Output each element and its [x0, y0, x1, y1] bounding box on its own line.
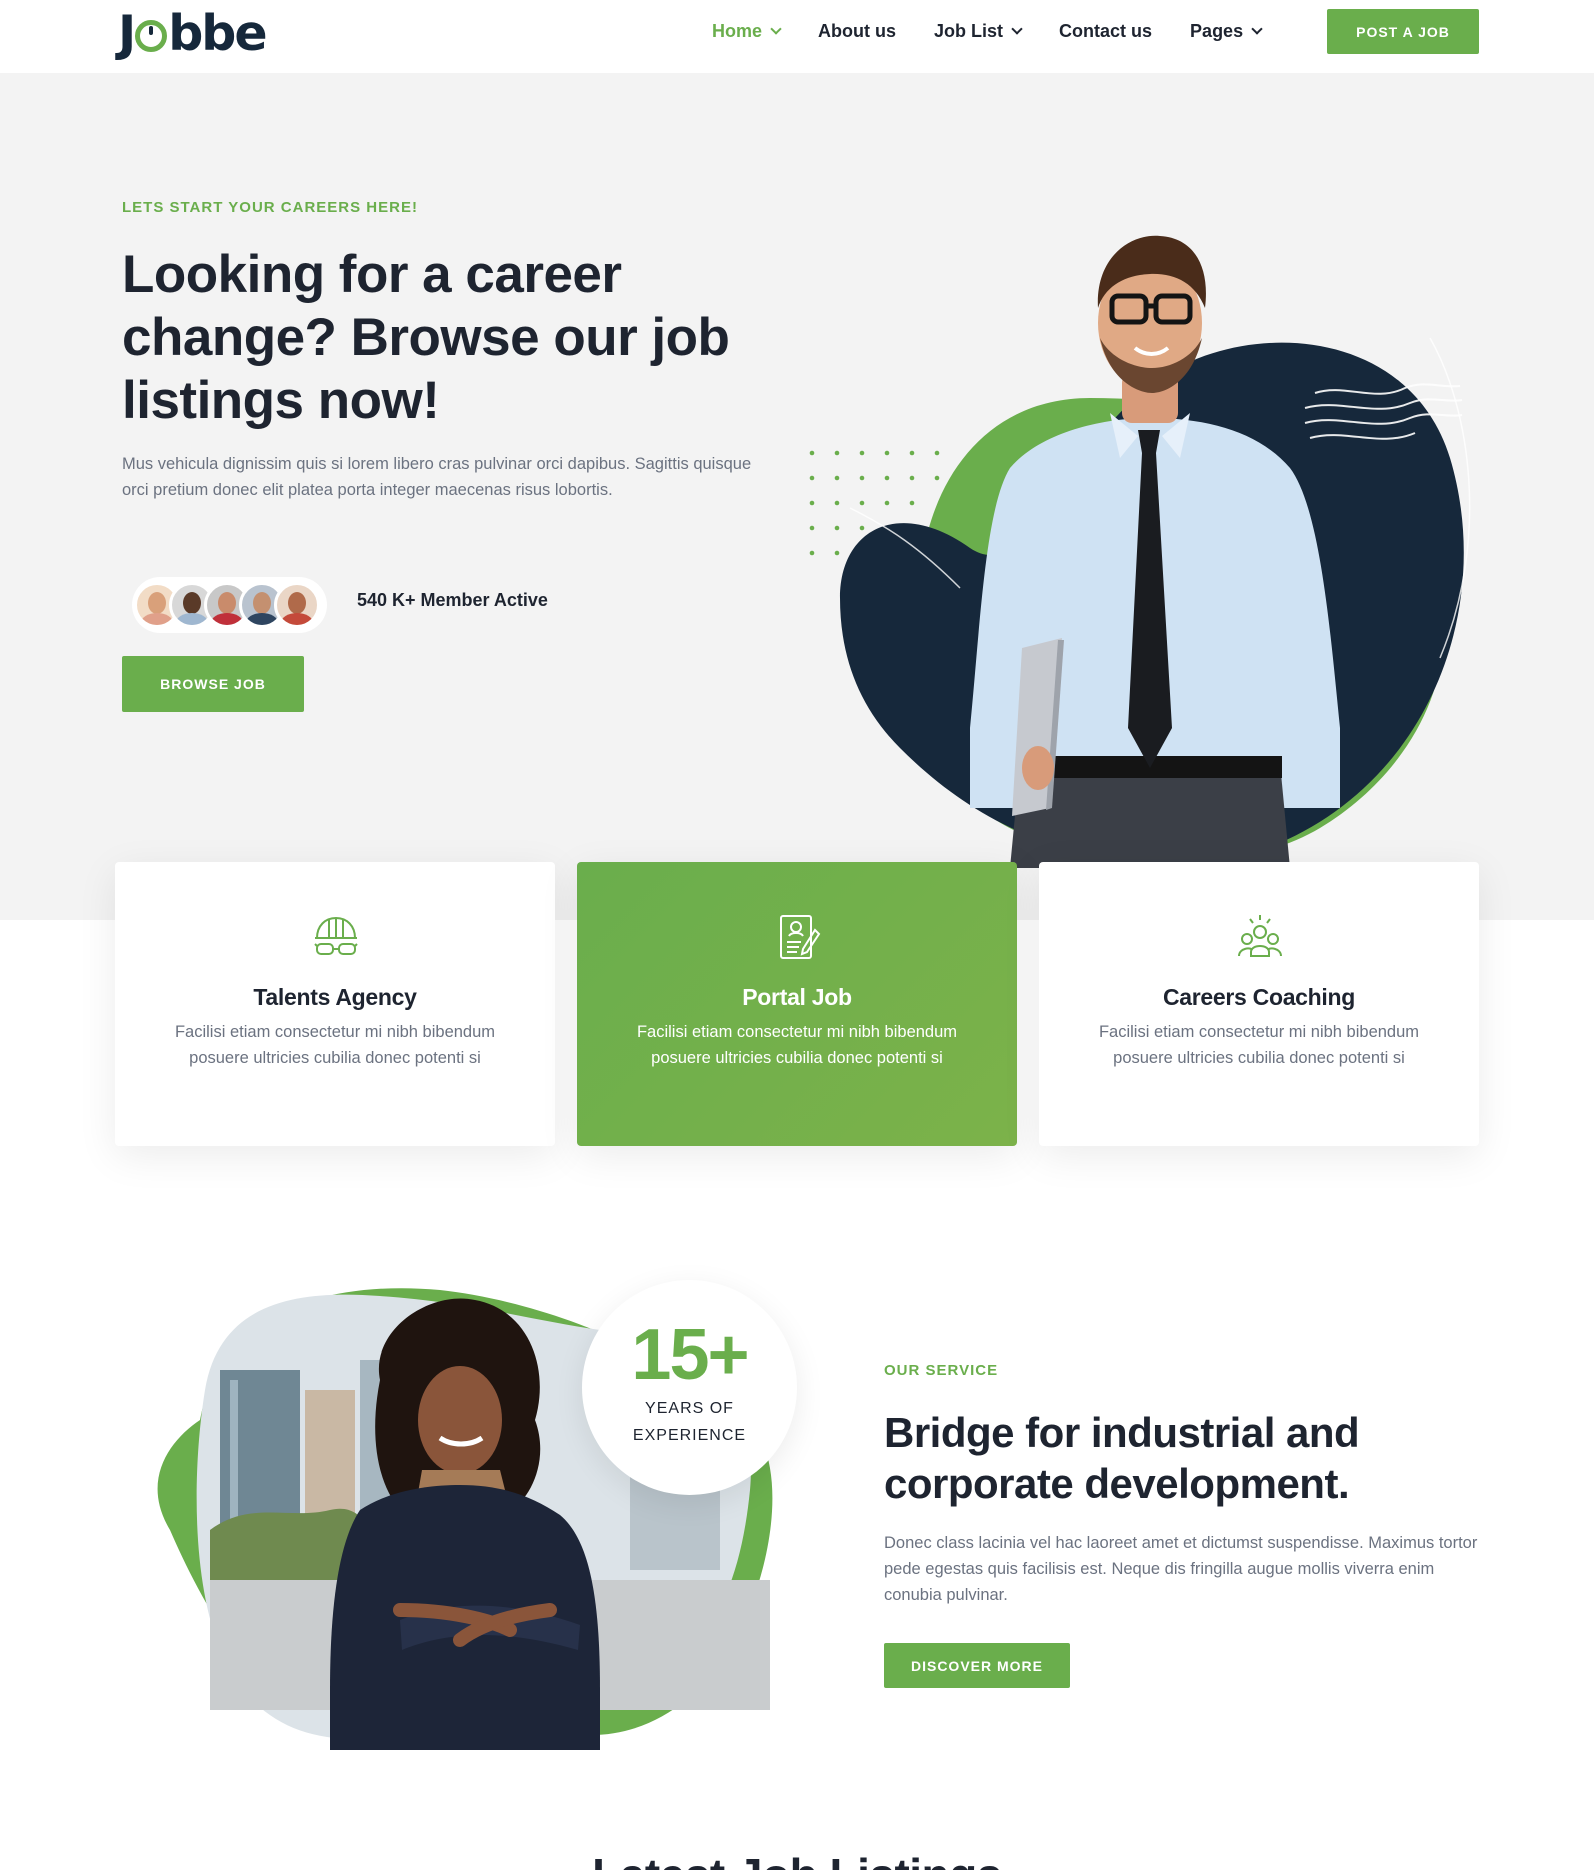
hero-illustration	[809, 235, 1471, 868]
discover-more-button[interactable]: DISCOVER MORE	[884, 1643, 1070, 1688]
menu-item-about[interactable]: About us	[818, 21, 896, 42]
team-coaching-icon	[1238, 915, 1282, 957]
menu-item-home-label: Home	[712, 20, 763, 41]
businessman-figure	[970, 235, 1340, 868]
hero-title: Looking for a career change? Browse our …	[122, 245, 730, 430]
top-navbar: Jbbe Home About us Job List Contact us P…	[0, 0, 1594, 73]
menu-item-job-list[interactable]: Job List	[934, 20, 1023, 42]
card-title: Careers Coaching	[1162, 984, 1356, 1010]
card-title: Talents Agency	[253, 984, 417, 1010]
experience-badge: 15+ YEARS OF EXPERIENCE	[582, 1280, 797, 1495]
member-count: 540 K+ Member Active	[357, 590, 548, 610]
service-description: Donec class lacinia vel hac laoreet amet…	[884, 1534, 1478, 1604]
card-description: Facilisi etiam consectetur mi nibh biben…	[174, 1023, 496, 1067]
menu-item-about-label: About us	[818, 20, 897, 41]
menu-item-pages[interactable]: Pages	[1190, 20, 1263, 42]
post-a-job-button[interactable]: POST A JOB	[1327, 9, 1479, 54]
menu-item-contact-label: Contact us	[1059, 20, 1153, 41]
service-title: Bridge for industrial and corporate deve…	[884, 1409, 1360, 1507]
chevron-down-icon	[770, 22, 782, 35]
helmet-goggles-icon	[314, 916, 358, 955]
badge-label-line2: EXPERIENCE	[632, 1427, 747, 1444]
resume-document-icon	[780, 915, 821, 959]
avatar	[274, 582, 320, 628]
chevron-down-icon	[1011, 22, 1023, 35]
menu-item-job-list-label: Job List	[934, 20, 1004, 41]
jobbe-logo[interactable]: Jbbe	[118, 4, 268, 64]
feature-card-portal-job[interactable]: Portal Job Facilisi etiam consectetur mi…	[577, 862, 1017, 1146]
logo-o-power-icon	[135, 20, 168, 52]
hero-eyebrow: LETS START YOUR CAREERS HERE!	[122, 199, 418, 216]
card-description: Facilisi etiam consectetur mi nibh biben…	[636, 1023, 958, 1067]
main-menu: Home About us Job List Contact us Pages	[712, 0, 1299, 62]
menu-item-pages-label: Pages	[1190, 20, 1244, 41]
hero-section: LETS START YOUR CAREERS HERE! Looking fo…	[0, 73, 1594, 920]
browse-job-button[interactable]: BROWSE JOB	[122, 656, 304, 712]
service-eyebrow: OUR SERVICE	[884, 1362, 999, 1379]
chevron-down-icon	[1251, 22, 1263, 35]
member-avatars	[132, 577, 327, 633]
feature-card-careers-coaching[interactable]: Careers Coaching Facilisi etiam consecte…	[1039, 862, 1479, 1146]
card-title: Portal Job	[742, 984, 852, 1010]
menu-item-home[interactable]: Home	[712, 20, 782, 42]
card-description: Facilisi etiam consectetur mi nibh biben…	[1098, 1023, 1420, 1067]
feature-card-talents-agency[interactable]: Talents Agency Facilisi etiam consectetu…	[115, 862, 555, 1146]
hero-description: Mus vehicula dignissim quis si lorem lib…	[122, 455, 752, 499]
experience-years: 15+	[631, 1315, 749, 1395]
latest-jobs-heading: Latest Job Listings	[0, 1848, 1594, 1870]
badge-label-line1: YEARS OF	[645, 1400, 734, 1417]
menu-item-contact[interactable]: Contact us	[1059, 21, 1152, 42]
